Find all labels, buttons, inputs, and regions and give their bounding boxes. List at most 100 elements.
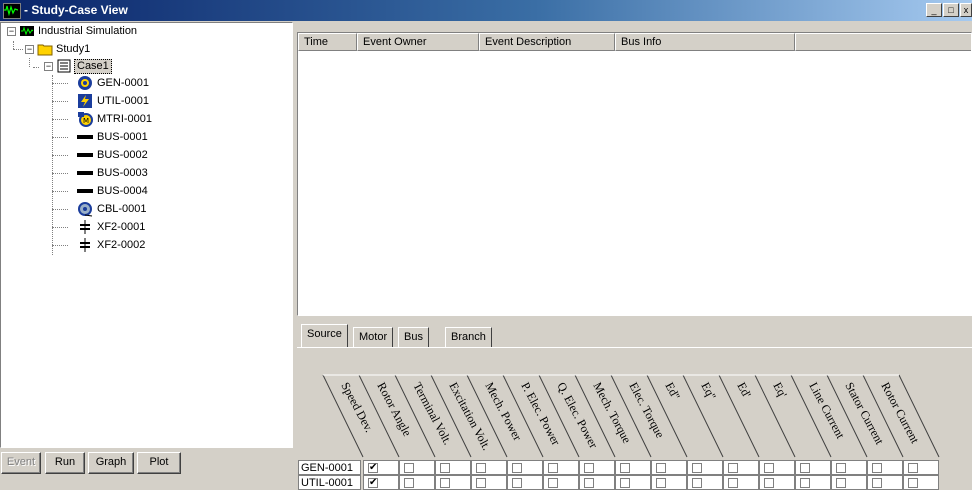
tree-item-case[interactable]: − Case1 <box>1 58 291 74</box>
plot-checkbox[interactable] <box>440 478 450 488</box>
grid-cell <box>615 460 651 475</box>
transformer-icon <box>77 237 93 253</box>
plot-checkbox[interactable] <box>656 463 666 473</box>
plot-checkbox[interactable]: ✔ <box>368 463 378 473</box>
run-button[interactable]: Run <box>45 452 85 474</box>
plot-checkbox[interactable] <box>836 478 846 488</box>
collapse-icon[interactable]: − <box>25 45 34 54</box>
tree-item-label: BUS-0004 <box>97 185 148 197</box>
tree-item-root[interactable]: − Industrial Simulation <box>1 23 291 39</box>
tree-item-device[interactable]: BUS-0002 <box>1 147 291 163</box>
plot-checkbox[interactable] <box>908 463 918 473</box>
tab-bus[interactable]: Bus <box>398 327 429 347</box>
tree-item-device[interactable]: XF2-0002 <box>1 237 291 253</box>
rotated-column-headers: Speed Dev.Rotor AngleTerminal Volt.Excit… <box>322 374 940 458</box>
tree-item-device[interactable]: GEN-0001 <box>1 75 291 91</box>
plot-checkbox[interactable] <box>620 478 630 488</box>
plot-checkbox[interactable] <box>512 478 522 488</box>
plot-checkbox[interactable] <box>692 478 702 488</box>
tree-item-label: CBL-0001 <box>97 203 147 215</box>
plot-checkbox[interactable] <box>836 463 846 473</box>
grid-cell <box>903 475 939 490</box>
tab-source[interactable]: Source <box>301 324 348 347</box>
plot-checkbox[interactable] <box>512 463 522 473</box>
tree-item-label: GEN-0001 <box>97 77 149 89</box>
tree-item-device[interactable]: M MTRI-0001 <box>1 111 291 127</box>
plot-checkbox[interactable] <box>476 463 486 473</box>
column-header-time[interactable]: Time <box>298 33 357 51</box>
induction-motor-icon: M <box>77 111 93 127</box>
plot-checkbox[interactable] <box>764 478 774 488</box>
tree-item-device[interactable]: BUS-0004 <box>1 183 291 199</box>
plot-checkbox[interactable] <box>404 478 414 488</box>
maximize-button[interactable]: □ <box>943 3 959 17</box>
tree-item-device[interactable]: CBL-0001 <box>1 201 291 217</box>
tree-study-label: Study1 <box>56 43 91 55</box>
collapse-icon[interactable]: − <box>7 27 16 36</box>
grid-cell <box>723 475 759 490</box>
tree-item-label: BUS-0003 <box>97 167 148 179</box>
cable-icon <box>77 201 93 217</box>
plot-selection-panel: Source Motor Bus Branch Speed Dev. Rotor … <box>297 323 972 490</box>
plot-checkbox[interactable] <box>908 478 918 488</box>
minimize-button[interactable]: _ <box>926 3 942 17</box>
plot-checkbox[interactable] <box>872 463 882 473</box>
bus-icon <box>77 129 93 145</box>
bus-icon <box>77 183 93 199</box>
plot-checkbox[interactable] <box>728 463 738 473</box>
plot-checkbox[interactable] <box>728 478 738 488</box>
plot-button[interactable]: Plot <box>137 452 181 474</box>
tree-case-label: Case1 <box>74 59 112 74</box>
events-table[interactable]: Time Event Owner Event Description Bus I… <box>297 32 972 316</box>
title-bar[interactable]: - Study-Case View _ □ x <box>0 0 972 21</box>
study-tree-panel[interactable]: − Industrial Simulation − Study1 − Case1… <box>0 22 293 448</box>
plot-checkbox[interactable] <box>548 478 558 488</box>
grid-cell <box>615 475 651 490</box>
plot-checkbox[interactable] <box>548 463 558 473</box>
column-header-event-owner[interactable]: Event Owner <box>357 33 479 51</box>
column-header-event-description[interactable]: Event Description <box>479 33 615 51</box>
event-button[interactable]: Event <box>1 452 41 474</box>
tab-motor[interactable]: Motor <box>353 327 394 347</box>
grid-cell <box>399 460 435 475</box>
tree-item-study[interactable]: − Study1 <box>1 41 291 57</box>
plot-checkbox[interactable] <box>620 463 630 473</box>
plot-checkbox[interactable] <box>764 463 774 473</box>
column-header-blank[interactable] <box>795 33 971 51</box>
column-header-label: Eq'' <box>698 380 719 402</box>
collapse-icon[interactable]: − <box>44 62 53 71</box>
plot-checkbox[interactable] <box>584 463 594 473</box>
grid-cell <box>759 460 795 475</box>
utility-icon <box>77 93 93 109</box>
plot-checkbox[interactable] <box>692 463 702 473</box>
column-header-label: Ed'' <box>662 380 683 402</box>
plot-checkbox[interactable] <box>404 463 414 473</box>
graph-button[interactable]: Graph <box>88 452 134 474</box>
plot-checkbox[interactable] <box>656 478 666 488</box>
tree-item-device[interactable]: XF2-0001 <box>1 219 291 235</box>
grid-cell <box>435 460 471 475</box>
plot-checkbox[interactable] <box>584 478 594 488</box>
tree-item-device[interactable]: BUS-0001 <box>1 129 291 145</box>
plot-checkbox[interactable] <box>476 478 486 488</box>
window-title: - Study-Case View <box>24 3 128 17</box>
bus-icon <box>77 165 93 181</box>
plot-checkbox[interactable] <box>800 463 810 473</box>
tree-item-label: MTRI-0001 <box>97 113 153 125</box>
plot-checkbox[interactable]: ✔ <box>368 478 378 488</box>
app-waveform-icon <box>19 23 35 39</box>
source-tab-content: Speed Dev. Rotor Angle Terminal Volt. Excit… <box>297 347 972 490</box>
grid-cell <box>687 475 723 490</box>
transformer-icon <box>77 219 93 235</box>
plot-checkbox[interactable] <box>440 463 450 473</box>
plot-checkbox[interactable] <box>872 478 882 488</box>
tab-branch[interactable]: Branch <box>445 327 492 347</box>
svg-text:M: M <box>83 117 89 125</box>
tree-item-device[interactable]: UTIL-0001 <box>1 93 291 109</box>
tree-item-label: BUS-0002 <box>97 149 148 161</box>
column-header-bus-info[interactable]: Bus Info <box>615 33 795 51</box>
tree-item-device[interactable]: BUS-0003 <box>1 165 291 181</box>
column-header-label: Eq' <box>770 380 790 400</box>
plot-checkbox[interactable] <box>800 478 810 488</box>
close-button[interactable]: x <box>960 3 972 17</box>
